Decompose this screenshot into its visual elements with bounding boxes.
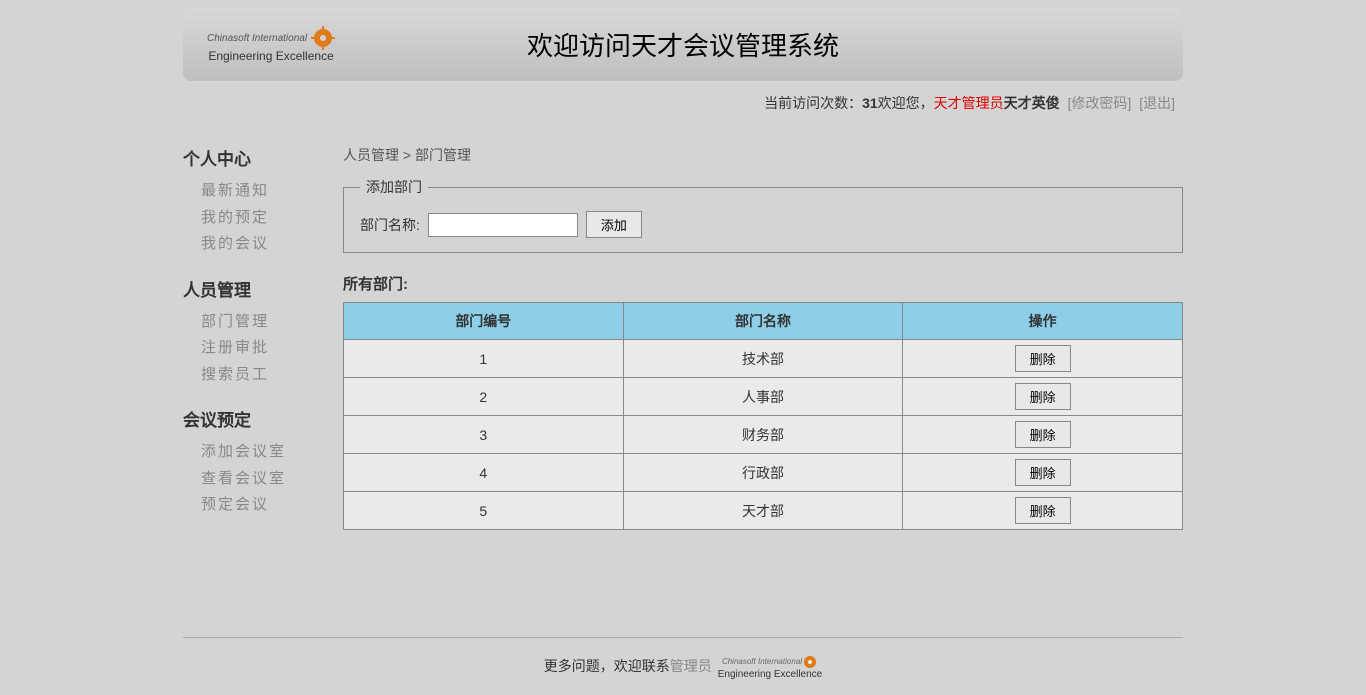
- table-row: 1技术部 删除: [344, 340, 1183, 378]
- footer-logo-bottom: Engineering Excellence: [718, 670, 823, 679]
- cell-name: 财务部: [623, 416, 903, 454]
- sidebar-item-my-bookings[interactable]: 我的预定: [183, 205, 323, 232]
- delete-button[interactable]: 删除: [1015, 345, 1071, 372]
- sidebar-item-registration-approval[interactable]: 注册审批: [183, 335, 323, 362]
- delete-button[interactable]: 删除: [1015, 459, 1071, 486]
- table-row: 2人事部 删除: [344, 378, 1183, 416]
- col-header-id: 部门编号: [344, 303, 624, 340]
- table-row: 3财务部 删除: [344, 416, 1183, 454]
- username: 天才英俊: [1004, 95, 1060, 111]
- dept-name-input[interactable]: [428, 213, 578, 237]
- gear-icon: [802, 654, 818, 670]
- cell-id: 1: [344, 340, 624, 378]
- page-title: 欢迎访问天才会议管理系统: [527, 26, 839, 63]
- cell-action: 删除: [903, 454, 1183, 492]
- cell-action: 删除: [903, 378, 1183, 416]
- cell-id: 3: [344, 416, 624, 454]
- delete-button[interactable]: 删除: [1015, 383, 1071, 410]
- sidebar-item-notifications[interactable]: 最新通知: [183, 178, 323, 205]
- cell-id: 5: [344, 492, 624, 530]
- sidebar-item-search-employee[interactable]: 搜索员工: [183, 362, 323, 389]
- add-button[interactable]: 添加: [586, 211, 642, 238]
- all-departments-title: 所有部门:: [343, 273, 1183, 294]
- fieldset-legend: 添加部门: [360, 177, 428, 197]
- logo-bottom-text: Engineering Excellence: [208, 50, 333, 63]
- departments-table: 部门编号 部门名称 操作 1技术部删除2人事部删除3财务部删除4行政部删除5天才…: [343, 302, 1183, 530]
- footer: 更多问题，欢迎联系管理员 Chinasoft International Eng…: [183, 637, 1183, 695]
- user-role: 天才管理员: [934, 95, 1004, 111]
- sidebar-item-dept-management[interactable]: 部门管理: [183, 309, 323, 336]
- dept-name-label: 部门名称:: [360, 215, 420, 235]
- visit-label: 当前访问次数：: [764, 95, 862, 111]
- col-header-name: 部门名称: [623, 303, 903, 340]
- breadcrumb: 人员管理 > 部门管理: [343, 145, 1183, 165]
- footer-text: 更多问题，欢迎联系: [544, 656, 670, 676]
- sidebar-item-add-room[interactable]: 添加会议室: [183, 439, 323, 466]
- cell-action: 删除: [903, 340, 1183, 378]
- sidebar: 个人中心 最新通知 我的预定 我的会议 人员管理 部门管理 注册审批 搜索员工 …: [183, 145, 323, 537]
- gear-icon: [311, 26, 335, 50]
- table-row: 4行政部 删除: [344, 454, 1183, 492]
- change-password-link[interactable]: [修改密码]: [1068, 95, 1132, 111]
- page-header: Chinasoft International Engineering Exce…: [183, 8, 1183, 81]
- top-info-bar: 当前访问次数：31欢迎您，天才管理员天才英俊 [修改密码] [退出]: [183, 81, 1183, 125]
- sidebar-section-personal: 个人中心: [183, 145, 323, 170]
- logo: Chinasoft International Engineering Exce…: [207, 26, 335, 63]
- sidebar-item-my-meetings[interactable]: 我的会议: [183, 231, 323, 258]
- footer-logo-top: Chinasoft International: [722, 658, 802, 665]
- footer-logo: Chinasoft International Engineering Exce…: [718, 654, 823, 679]
- cell-id: 2: [344, 378, 624, 416]
- table-row: 5天才部 删除: [344, 492, 1183, 530]
- footer-admin-link[interactable]: 管理员: [670, 656, 712, 676]
- cell-id: 4: [344, 454, 624, 492]
- logout-link[interactable]: [退出]: [1139, 95, 1175, 111]
- sidebar-item-book-meeting[interactable]: 预定会议: [183, 492, 323, 519]
- visit-count: 31: [862, 95, 878, 111]
- delete-button[interactable]: 删除: [1015, 421, 1071, 448]
- sidebar-section-meeting: 会议预定: [183, 406, 323, 431]
- delete-button[interactable]: 删除: [1015, 497, 1071, 524]
- sidebar-section-personnel: 人员管理: [183, 276, 323, 301]
- cell-name: 人事部: [623, 378, 903, 416]
- add-department-fieldset: 添加部门 部门名称: 添加: [343, 177, 1183, 253]
- cell-name: 天才部: [623, 492, 903, 530]
- cell-action: 删除: [903, 492, 1183, 530]
- welcome-label: 欢迎您，: [878, 95, 934, 111]
- col-header-action: 操作: [903, 303, 1183, 340]
- sidebar-item-view-room[interactable]: 查看会议室: [183, 466, 323, 493]
- logo-top-text: Chinasoft International: [207, 33, 307, 44]
- cell-name: 行政部: [623, 454, 903, 492]
- cell-name: 技术部: [623, 340, 903, 378]
- cell-action: 删除: [903, 416, 1183, 454]
